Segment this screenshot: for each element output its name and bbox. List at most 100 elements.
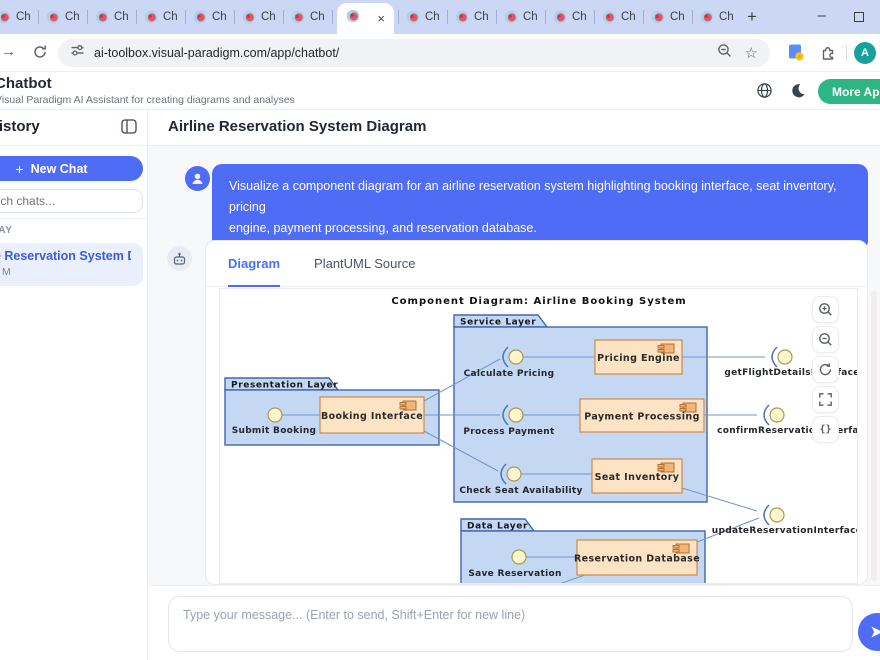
app-subtitle: Visual Paradigm AI Assistant for creatin… (0, 94, 295, 106)
tab-plantuml-source[interactable]: PlantUML Source (314, 241, 415, 287)
minimize-icon[interactable]: – (818, 8, 826, 23)
tab-label: Ch (719, 11, 734, 23)
today-section-label: TODAY (0, 225, 12, 236)
site-settings-icon[interactable] (70, 43, 85, 63)
tab-label: Ch (425, 11, 440, 23)
tab-label: Ch (212, 11, 227, 23)
fullscreen-button[interactable] (812, 386, 839, 413)
browser-tab[interactable]: Ch (599, 10, 639, 24)
tab-label: Ch (114, 11, 129, 23)
tab-separator (34, 10, 43, 24)
site-favicon-icon (291, 10, 305, 24)
collapse-sidebar-icon[interactable] (121, 119, 137, 139)
browser-tab[interactable]: Ch (288, 10, 328, 24)
message-composer (148, 585, 880, 660)
tab-separator (394, 10, 403, 24)
zoom-out-button[interactable] (812, 326, 839, 353)
tab-diagram[interactable]: Diagram (228, 241, 280, 287)
browser-tab[interactable]: Ch (697, 10, 737, 24)
browser-tab[interactable]: Ch (0, 10, 34, 24)
browser-toolbar: → ai-toolbox.visual-paradigm.com/app/cha… (0, 34, 880, 72)
site-favicon-icon (0, 10, 11, 24)
browser-tab[interactable]: Ch (239, 10, 279, 24)
app-title: Chatbot (0, 75, 52, 92)
message-input[interactable] (168, 596, 853, 652)
tab-separator (492, 10, 501, 24)
tab-separator (181, 10, 190, 24)
browser-tab-active[interactable]: × (337, 3, 394, 34)
forward-icon[interactable]: → (1, 43, 16, 60)
more-apps-button[interactable]: More Apps (818, 79, 880, 104)
tab-separator (132, 10, 141, 24)
user-message-line: engine, payment processing, and reservat… (229, 218, 851, 239)
language-globe-icon[interactable] (756, 82, 773, 104)
site-favicon-icon (553, 10, 567, 24)
conversation-title-bar: Airline Reservation System Diagram (148, 110, 880, 146)
component-diagram: Booking InterfacePricing EnginePayment P… (220, 289, 858, 584)
diagram-viewport[interactable]: Booking InterfacePricing EnginePayment P… (219, 288, 858, 584)
browser-tab[interactable]: Ch (550, 10, 590, 24)
interface-label: updateReservationInterface (712, 526, 858, 536)
site-favicon-icon (455, 10, 469, 24)
extension-badge-icon[interactable] (787, 43, 805, 67)
tab-label: Ch (670, 11, 685, 23)
interface-ball (507, 467, 521, 481)
user-message-line: Visualize a component diagram for an air… (229, 176, 851, 218)
dark-mode-moon-icon[interactable] (789, 82, 806, 104)
search-chats-input[interactable] (0, 189, 143, 213)
browser-tab[interactable]: Ch (190, 10, 230, 24)
chat-history-item[interactable]: Airline Reservation System Dia... M (0, 243, 143, 286)
maximize-icon[interactable] (854, 12, 864, 22)
socket-arc (772, 347, 777, 367)
package-label: Service Layer (460, 318, 536, 328)
site-favicon-icon (95, 10, 109, 24)
site-favicon-icon (193, 10, 207, 24)
bot-avatar (167, 246, 192, 271)
tab-label: Ch (621, 11, 636, 23)
address-bar[interactable]: ai-toolbox.visual-paradigm.com/app/chatb… (58, 39, 770, 67)
site-favicon-icon (504, 10, 518, 24)
code-braces-button[interactable]: {} (812, 416, 839, 443)
new-tab-button[interactable]: + (747, 7, 757, 27)
browser-tab[interactable]: Ch (43, 10, 83, 24)
chat-item-title: Airline Reservation System Dia... (0, 249, 131, 263)
interface-label: Submit Booking (232, 426, 317, 436)
tab-separator (328, 10, 337, 24)
browser-tab[interactable]: Ch (403, 10, 443, 24)
browser-tab[interactable]: Ch (452, 10, 492, 24)
reset-view-button[interactable] (812, 356, 839, 383)
site-favicon-icon (406, 10, 420, 24)
new-chat-button[interactable]: + New Chat (0, 156, 143, 181)
component-label: Pricing Engine (597, 353, 680, 364)
diagram-title: Component Diagram: Airline Booking Syste… (391, 296, 686, 307)
bookmark-star-icon[interactable]: ☆ (745, 44, 758, 62)
tab-close-icon[interactable]: × (377, 12, 385, 25)
tab-separator (688, 10, 697, 24)
browser-tab[interactable]: Ch (141, 10, 181, 24)
browser-tab[interactable]: Ch (501, 10, 541, 24)
tab-separator (541, 10, 550, 24)
reload-icon[interactable] (32, 44, 48, 65)
chat-scrollbar[interactable] (871, 291, 877, 581)
bot-response-card: Diagram PlantUML Source Booking Interfac… (205, 240, 868, 585)
browser-tab[interactable]: Ch (648, 10, 688, 24)
site-favicon-icon (346, 9, 360, 28)
extensions-puzzle-icon[interactable] (820, 44, 837, 66)
zoom-indicator-icon[interactable] (717, 43, 733, 64)
tab-label: Ch (261, 11, 276, 23)
send-button[interactable] (858, 613, 880, 651)
component-label: Reservation Database (574, 554, 700, 565)
profile-avatar[interactable]: A (854, 42, 876, 64)
history-sidebar: History + New Chat TODAY Airline Reserva… (0, 110, 148, 660)
tabs-row: Ch Ch Ch Ch Ch Ch Ch × Ch Ch Ch Ch Ch Ch Ch + (0, 0, 757, 34)
page-title: Airline Reservation System Diagram (168, 118, 880, 135)
socket-arc (764, 405, 769, 425)
tab-separator (279, 10, 288, 24)
zoom-in-button[interactable] (812, 296, 839, 323)
sidebar-title: History (0, 118, 40, 135)
interface-ball (778, 350, 792, 364)
tab-label: Ch (16, 11, 31, 23)
url-text[interactable]: ai-toolbox.visual-paradigm.com/app/chatb… (94, 46, 717, 60)
interface-ball (770, 508, 784, 522)
browser-tab[interactable]: Ch (92, 10, 132, 24)
